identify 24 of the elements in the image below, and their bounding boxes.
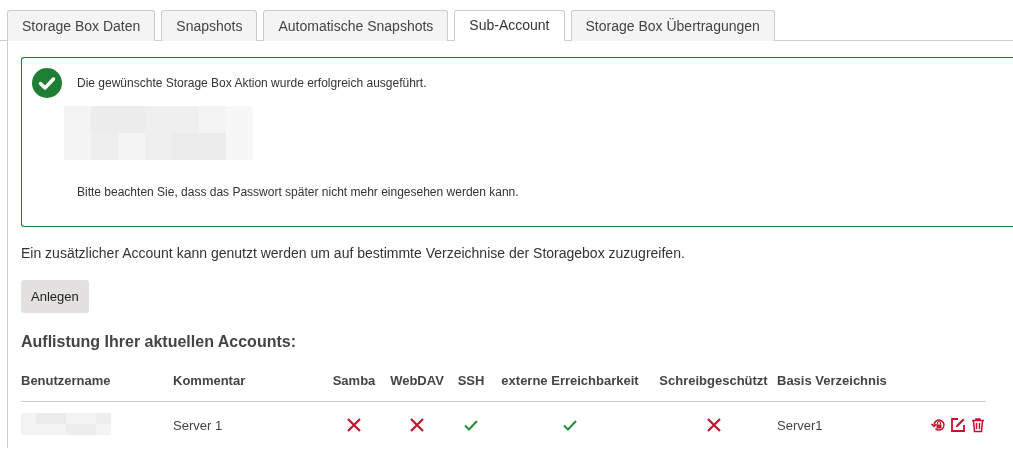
tab[interactable]: Storage Box Übertragungen bbox=[570, 10, 775, 41]
column-header: Kommentar bbox=[173, 373, 247, 388]
column-header: Benutzername bbox=[21, 373, 112, 388]
trash-icon[interactable] bbox=[970, 417, 986, 433]
table-cell-text: Server 1 bbox=[173, 417, 224, 433]
description-text: Ein zusätzlicher Account kann genutzt werden um auf bestimmte Verzeichnise der Storagebox zuzugreifen. bbox=[21, 245, 686, 261]
accounts-heading: Auflistung Ihrer aktuellen Accounts: bbox=[21, 333, 297, 351]
tab[interactable]: Snapshots bbox=[161, 10, 258, 41]
column-header: Samba bbox=[331, 373, 377, 388]
column-header: Basis Verzeichnis bbox=[777, 373, 888, 388]
check-circle-icon bbox=[32, 68, 62, 98]
tab[interactable]: Automatische Snapshots bbox=[263, 10, 449, 41]
edit-icon[interactable] bbox=[950, 417, 966, 433]
success-message: Die gewünschte Storage Box Aktion wurde erfolgreich ausgeführt. bbox=[77, 76, 427, 90]
lock-reset-icon[interactable] bbox=[930, 417, 946, 433]
column-header: WebDAV bbox=[389, 373, 445, 388]
password-note: Bitte beachten Sie, dass das Passwort später nicht mehr eingesehen werden kann. bbox=[77, 185, 520, 199]
table-cell-text: Server1 bbox=[777, 417, 824, 433]
column-header: SSH bbox=[456, 373, 486, 388]
tab[interactable]: Sub-Account bbox=[454, 10, 565, 41]
column-header: externe Erreichbarkeit bbox=[500, 373, 640, 388]
column-header: Schreibgeschützt bbox=[658, 373, 769, 388]
tab[interactable]: Storage Box Daten bbox=[7, 10, 156, 41]
create-button[interactable]: Anlegen bbox=[21, 280, 89, 313]
